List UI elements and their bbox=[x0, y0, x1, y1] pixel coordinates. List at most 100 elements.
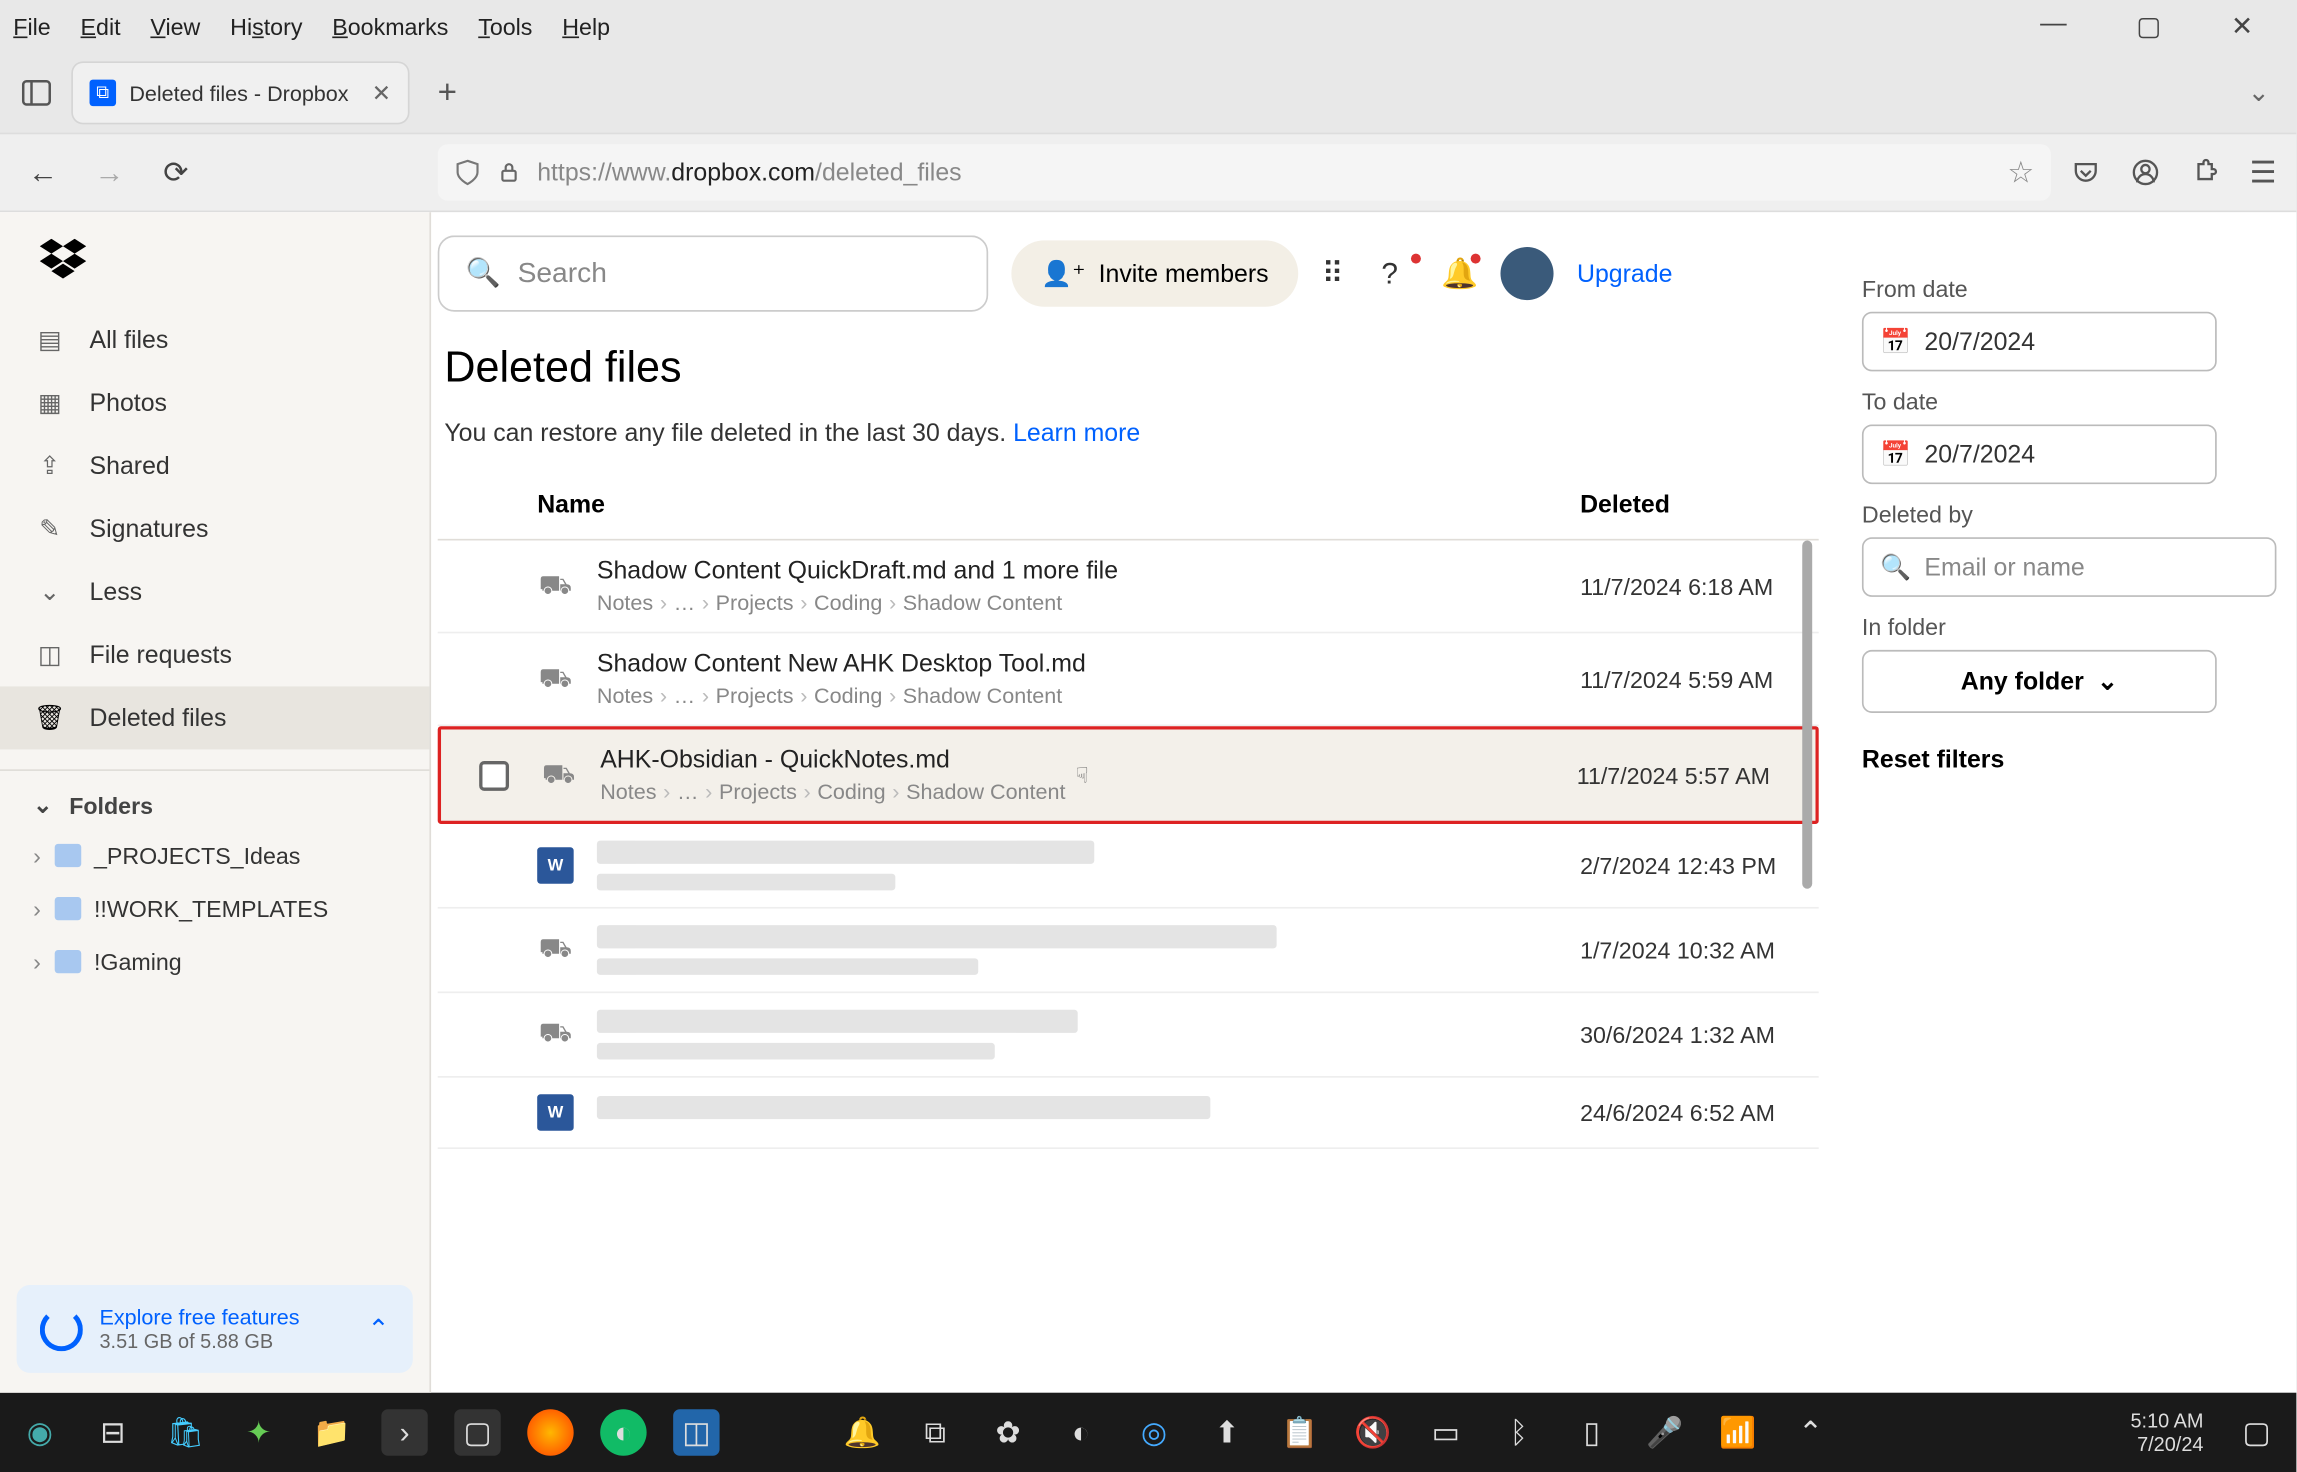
learn-more-link[interactable]: Learn more bbox=[1013, 419, 1140, 447]
reset-filters-button[interactable]: Reset filters bbox=[1862, 746, 2296, 774]
tray-icon[interactable]: ▯ bbox=[1568, 1409, 1614, 1455]
tray-icon[interactable]: ⬆ bbox=[1204, 1409, 1250, 1455]
firefox-icon[interactable] bbox=[527, 1409, 573, 1455]
forward-button[interactable]: → bbox=[86, 149, 132, 195]
taskbar-app-icon[interactable]: ◫ bbox=[673, 1409, 719, 1455]
wifi-icon[interactable]: 📶 bbox=[1714, 1409, 1760, 1455]
new-tab-button[interactable]: + bbox=[438, 74, 457, 112]
menu-help[interactable]: Help bbox=[562, 13, 610, 40]
promo-card[interactable]: Explore free features 3.51 GB of 5.88 GB… bbox=[17, 1285, 413, 1373]
table-row-highlighted[interactable]: ⛟ AHK-Obsidian - QuickNotes.md Notes›…›P… bbox=[438, 726, 1819, 824]
table-row[interactable]: ⛟ Shadow Content New AHK Desktop Tool.md… bbox=[438, 633, 1819, 726]
column-name[interactable]: Name bbox=[537, 491, 1580, 519]
topbar: 🔍 Search 👤⁺ Invite members ⠿ ? 🔔 Upgrade bbox=[431, 235, 1819, 334]
sidebar-item-shared[interactable]: ⇪Shared bbox=[0, 434, 429, 497]
window-close[interactable]: ✕ bbox=[2231, 10, 2253, 43]
os-menubar: File Edit View History Bookmarks Tools H… bbox=[0, 0, 2296, 53]
sidebar-item-file-requests[interactable]: ◫File requests bbox=[0, 623, 429, 686]
promo-storage: 3.51 GB of 5.88 GB bbox=[99, 1330, 299, 1353]
microphone-icon[interactable]: 🎤 bbox=[1641, 1409, 1687, 1455]
table-row[interactable]: W 2/7/2024 12:43 PM bbox=[438, 824, 1819, 909]
menu-bookmarks[interactable]: Bookmarks bbox=[332, 13, 448, 40]
menu-tools[interactable]: Tools bbox=[478, 13, 532, 40]
sidebar-item-photos[interactable]: ▦Photos bbox=[0, 371, 429, 434]
window-maximize[interactable]: ▢ bbox=[2136, 10, 2161, 43]
notifications-icon[interactable]: 🔔 bbox=[1441, 256, 1477, 291]
terminal-icon[interactable]: › bbox=[381, 1409, 427, 1455]
dropbox-logo-icon[interactable] bbox=[0, 212, 429, 298]
main-content: 🔍 Search 👤⁺ Invite members ⠿ ? 🔔 Upgrade… bbox=[431, 212, 2296, 1392]
sidebar-item-less[interactable]: ⌄Less bbox=[0, 560, 429, 623]
in-folder-label: In folder bbox=[1862, 613, 2296, 640]
scrollbar[interactable] bbox=[1802, 541, 1812, 889]
file-manager-icon[interactable]: 📁 bbox=[308, 1409, 354, 1455]
invite-members-button[interactable]: 👤⁺ Invite members bbox=[1011, 240, 1298, 306]
taskbar-app-icon[interactable]: 🛍 bbox=[162, 1409, 208, 1455]
sidebar-item-all-files[interactable]: ▤All files bbox=[0, 308, 429, 371]
extensions-icon[interactable] bbox=[2190, 158, 2220, 188]
start-menu-icon[interactable]: ◉ bbox=[17, 1409, 63, 1455]
pocket-icon[interactable] bbox=[2071, 158, 2101, 188]
chevron-right-icon: › bbox=[33, 895, 41, 922]
bluetooth-icon[interactable]: ᛒ bbox=[1496, 1409, 1542, 1455]
table-row[interactable]: ⛟ Shadow Content QuickDraft.md and 1 mor… bbox=[438, 541, 1819, 634]
table-row[interactable]: ⛟ 1/7/2024 10:32 AM bbox=[438, 909, 1819, 994]
tray-icon[interactable]: ◐ bbox=[1058, 1409, 1104, 1455]
window-minimize[interactable]: — bbox=[2040, 10, 2067, 43]
folder-item[interactable]: ›_PROJECTS_Ideas bbox=[0, 829, 429, 882]
row-checkbox[interactable] bbox=[479, 760, 509, 790]
table-row[interactable]: ⛟ 30/6/2024 1:32 AM bbox=[438, 993, 1819, 1078]
browser-tab[interactable]: ⧉ Deleted files - Dropbox ✕ bbox=[73, 63, 408, 123]
chevron-down-icon: ⌄ bbox=[33, 791, 52, 819]
system-clock[interactable]: 5:10 AM 7/20/24 bbox=[2130, 1409, 2203, 1457]
avatar[interactable] bbox=[1501, 247, 1554, 300]
taskbar-app-icon[interactable]: ⊟ bbox=[90, 1409, 136, 1455]
upgrade-link[interactable]: Upgrade bbox=[1577, 259, 1672, 287]
folder-item[interactable]: ›!!WORK_TEMPLATES bbox=[0, 882, 429, 935]
battery-icon[interactable]: ▭ bbox=[1423, 1409, 1469, 1455]
table-row[interactable]: W 24/6/2024 6:52 AM bbox=[438, 1078, 1819, 1149]
search-input[interactable]: 🔍 Search bbox=[438, 235, 988, 311]
steam-icon[interactable]: ◐ bbox=[600, 1409, 646, 1455]
to-date-input[interactable]: 📅20/7/2024 bbox=[1862, 424, 2217, 484]
word-doc-icon: W bbox=[537, 1094, 573, 1130]
files-icon: ▤ bbox=[33, 325, 66, 355]
any-folder-button[interactable]: Any folder⌄ bbox=[1862, 650, 2217, 713]
notifications-tray-icon[interactable]: ▢ bbox=[2233, 1409, 2279, 1455]
breadcrumb: Notes›…›Projects›Coding›Shadow Content bbox=[597, 590, 1118, 615]
sidebar-item-signatures[interactable]: ✎Signatures bbox=[0, 497, 429, 560]
tab-close-icon[interactable]: ✕ bbox=[372, 79, 391, 107]
menu-file[interactable]: File bbox=[13, 13, 50, 40]
breadcrumb: Notes›…›Projects›Coding›Shadow Content bbox=[600, 779, 1065, 804]
menu-view[interactable]: View bbox=[150, 13, 200, 40]
from-date-input[interactable]: 📅20/7/2024 bbox=[1862, 312, 2217, 372]
sidebar-toggle-icon[interactable] bbox=[13, 70, 59, 116]
taskbar-app-icon[interactable]: ✦ bbox=[235, 1409, 281, 1455]
tray-icon[interactable]: ◎ bbox=[1131, 1409, 1177, 1455]
url-input[interactable]: https://www.dropbox.com/deleted_files ☆ bbox=[438, 144, 2051, 200]
menu-history[interactable]: History bbox=[230, 13, 302, 40]
tray-chevron-icon[interactable]: ⌃ bbox=[1787, 1409, 1833, 1455]
clipboard-tray-icon[interactable]: 📋 bbox=[1277, 1409, 1323, 1455]
taskbar-app-icon[interactable]: ▢ bbox=[454, 1409, 500, 1455]
volume-muted-icon[interactable]: 🔇 bbox=[1350, 1409, 1396, 1455]
tray-icon[interactable]: ✿ bbox=[985, 1409, 1031, 1455]
column-deleted[interactable]: Deleted bbox=[1580, 491, 1812, 519]
reload-button[interactable]: ⟳ bbox=[153, 149, 199, 195]
account-icon[interactable] bbox=[2130, 158, 2160, 188]
folder-item[interactable]: ›!Gaming bbox=[0, 935, 429, 988]
hamburger-menu-icon[interactable]: ☰ bbox=[2250, 155, 2277, 190]
deleted-by-input[interactable]: 🔍Email or name bbox=[1862, 537, 2277, 597]
calendar-icon: 📅 bbox=[1880, 327, 1911, 357]
sidebar-item-deleted-files[interactable]: 🗑Deleted files bbox=[0, 686, 429, 749]
apps-grid-icon[interactable]: ⠿ bbox=[1322, 256, 1358, 291]
bookmark-star-icon[interactable]: ☆ bbox=[2007, 155, 2034, 190]
chevron-up-icon[interactable]: ⌃ bbox=[367, 1312, 389, 1345]
folders-header[interactable]: ⌄ Folders bbox=[0, 771, 429, 829]
tray-icon[interactable]: 🔔 bbox=[839, 1409, 885, 1455]
dropbox-tray-icon[interactable]: ⧉ bbox=[912, 1409, 958, 1455]
help-icon[interactable]: ? bbox=[1381, 256, 1417, 291]
back-button[interactable]: ← bbox=[20, 149, 66, 195]
menu-edit[interactable]: Edit bbox=[81, 13, 121, 40]
list-all-tabs-icon[interactable]: ⌄ bbox=[2248, 76, 2270, 109]
